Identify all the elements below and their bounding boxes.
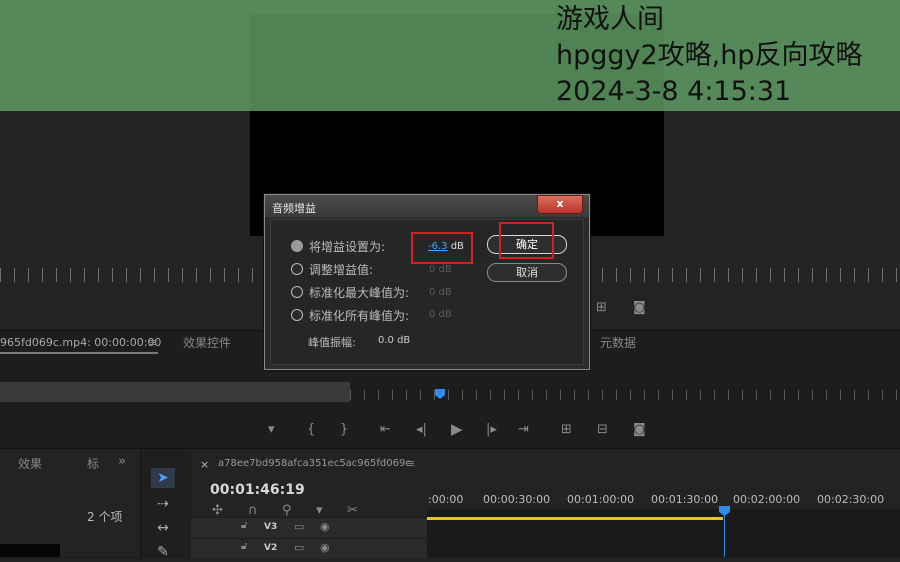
radio-icon[interactable] [291,309,303,321]
audio-gain-dialog: 音频增益 x 将增益设置为: -6.3 dB 调整增益值: 0 dB 标准化最大… [264,194,590,370]
step-back-icon[interactable]: ◂| [416,422,427,437]
sequence-menu-icon[interactable]: ≡ [406,457,415,470]
lock-icon[interactable]: 🔓︎ [241,520,247,531]
peak-amplitude-label: 峰值振幅: [308,336,356,349]
dialog-close-button[interactable]: x [537,195,583,214]
overwrite-icon[interactable]: ⊟ [597,422,608,437]
radio-icon[interactable] [291,286,303,298]
highlight-gain-value [411,232,473,264]
tab-effect-controls[interactable]: 效果控件 [183,334,231,351]
tab-marker-short[interactable]: 标 [87,455,99,472]
camera-icon[interactable]: ◙ [633,300,646,315]
track-label: V3 [264,522,278,532]
source-clip-track[interactable] [0,382,350,402]
snap-icon[interactable]: ∩ [248,503,258,518]
option-label: 将增益设置为: [309,240,386,254]
camera-icon-source[interactable]: ◙ [633,422,646,437]
ruler-label: 00:01:00:00 [567,493,635,506]
option-label: 标准化最大峰值为: [309,286,410,300]
lock-icon[interactable]: 🔓︎ [241,541,247,552]
sequence-close-icon[interactable]: × [200,458,209,471]
active-tab-underline [0,352,158,354]
tab-effects[interactable]: 效果 [18,455,42,472]
ruler-label: 00:02:00:00 [733,493,801,506]
option-label: 调整增益值: [309,263,374,277]
radio-selected-icon[interactable] [291,240,303,252]
insert-icon[interactable]: ⊞ [561,422,572,437]
track-header-v3[interactable]: 🔓︎ V3 ▭ ◉ [191,517,427,538]
ripple-edit-tool-icon[interactable]: ↔ [151,518,175,538]
option-set-gain[interactable]: 将增益设置为: [291,238,385,255]
go-to-in-icon[interactable]: ⇤ [380,422,391,437]
panel-menu-icon[interactable]: ≡ [148,336,157,349]
ruler-label: 00:02:30:00 [817,493,885,506]
watermark-text: 游戏人间 hpggy2攻略,hp反向攻略 2024-3-8 4:15:31 [556,2,863,110]
option-normalize-all[interactable]: 标准化所有峰值为: [291,307,409,324]
option-adjust-gain[interactable]: 调整增益值: [291,261,373,278]
go-to-out-icon[interactable]: ⇥ [518,422,529,437]
dialog-title: 音频增益 [272,202,316,215]
ruler-label: :00:00 [428,493,464,506]
project-thumbnail[interactable] [0,544,60,557]
normalize-all-value[interactable]: 0 dB [429,309,452,320]
wrench-icon[interactable]: ✂ [347,503,358,518]
timeline-playhead-line [724,512,725,557]
watermark-line-1: 游戏人间 [556,4,664,35]
add-marker-timeline-icon[interactable]: ▾ [316,503,323,518]
item-count: 2 个项 [87,510,123,524]
selection-tool-icon[interactable]: ➤ [151,468,175,488]
track-select-tool-icon[interactable]: ⇢ [151,494,175,514]
toggle-sync-icon[interactable]: ▭ [294,520,304,533]
radio-icon[interactable] [291,263,303,275]
mark-out-icon[interactable]: } [340,422,348,437]
razor-tool-icon[interactable]: ✎ [151,542,175,562]
tab-metadata[interactable]: 元数据 [600,334,636,351]
tools-panel: ➤ ⇢ ↔ ✎ [140,449,192,560]
nest-icon[interactable]: ✣ [212,503,223,518]
tab-source-clip[interactable]: 965fd069c.mp4: 00:00:00:00 [0,336,161,349]
timeline-timecode[interactable]: 00:01:46:19 [210,482,305,498]
play-icon[interactable]: ▶ [451,420,463,438]
watermark-line-2: hpggy2攻略,hp反向攻略 [556,40,863,71]
step-forward-icon[interactable]: |▸ [486,422,497,437]
option-label: 标准化所有峰值为: [309,309,410,323]
track-label: V2 [264,543,278,553]
track-header-v2[interactable]: 🔓︎ V2 ▭ ◉ [191,538,427,559]
highlight-ok-button [499,222,554,259]
ruler-label: 00:00:30:00 [483,493,551,506]
mark-in-icon[interactable]: { [307,422,315,437]
panel-overflow-icon[interactable]: » [118,454,126,469]
peak-amplitude-value: 0.0 dB [378,335,411,346]
export-frame-icon[interactable]: ⊞ [596,300,607,315]
sequence-tab[interactable]: a78ee7bd958afca351ec5ac965fd069c [218,458,411,469]
source-ruler[interactable] [350,390,900,400]
option-normalize-max[interactable]: 标准化最大峰值为: [291,284,409,301]
eye-icon[interactable]: ◉ [320,520,330,533]
eye-icon[interactable]: ◉ [320,541,330,554]
linked-selection-icon[interactable]: ⚲ [282,503,292,518]
ruler-label: 00:01:30:00 [651,493,719,506]
adjust-gain-value[interactable]: 0 dB [429,264,452,275]
work-area-bar[interactable] [427,517,723,520]
watermark-line-3: 2024-3-8 4:15:31 [556,76,792,107]
toggle-sync-icon[interactable]: ▭ [294,541,304,554]
normalize-max-value[interactable]: 0 dB [429,287,452,298]
cancel-button[interactable]: 取消 [487,263,567,282]
add-marker-icon[interactable]: ▾ [268,422,275,437]
